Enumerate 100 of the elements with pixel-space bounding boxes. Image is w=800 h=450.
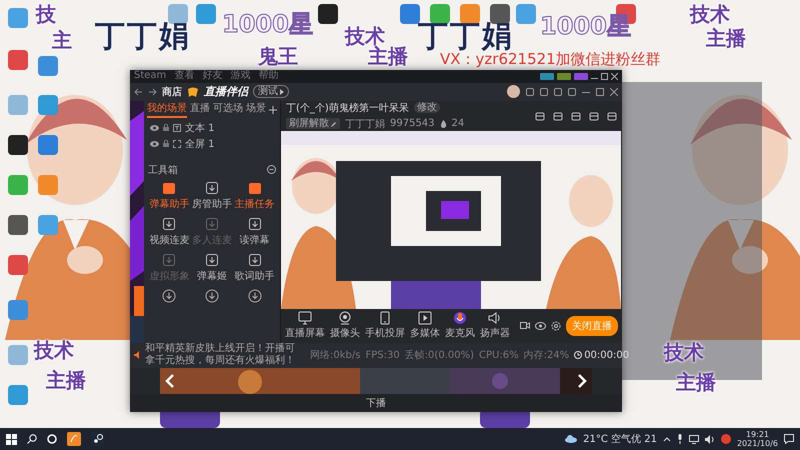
avatar[interactable] — [507, 85, 520, 98]
notice-text: 和平精英新皮肤上线开启！开播可拿千元热搜，每周还有火爆福利！ — [145, 343, 296, 368]
download-icon — [204, 216, 219, 231]
status-tag — [574, 72, 588, 80]
stat-text: 网络:0kb/s — [310, 349, 360, 362]
menu-item[interactable]: 查看 — [174, 71, 194, 82]
microphone-icon[interactable] — [676, 434, 683, 444]
plus-icon[interactable] — [269, 106, 277, 114]
circle-icon[interactable] — [47, 434, 57, 444]
scene-tab[interactable]: 可选场 — [213, 102, 243, 118]
streamer-name: 丁丁丁娟 — [345, 118, 385, 131]
desktop-icon[interactable] — [318, 4, 338, 24]
download-icon — [248, 252, 262, 267]
tool-button[interactable]: 歌词助手 — [234, 252, 275, 283]
overlay-tag: 技术 — [345, 26, 385, 46]
edit-tag[interactable]: 修改 — [414, 102, 440, 114]
network-icon[interactable] — [688, 434, 699, 444]
contact-text: VX：yzr621521加微信进粉丝群 — [440, 52, 661, 67]
collapse-icon[interactable] — [267, 165, 276, 174]
download-icon — [204, 252, 219, 267]
end-stream-link[interactable]: 下播 — [366, 396, 386, 410]
phone-icon — [378, 311, 392, 326]
desktop-icon[interactable] — [460, 4, 480, 24]
monitor-icon — [298, 311, 312, 326]
text-box-icon — [173, 124, 181, 132]
download-icon[interactable] — [204, 288, 219, 303]
tool-button[interactable]: 主播任务 — [234, 180, 275, 211]
tool-button[interactable]: 房管助手 — [192, 180, 232, 211]
clock-date[interactable]: 2021/10/6 — [736, 439, 778, 448]
toolbar-button[interactable]: 直播屏幕 — [285, 311, 325, 340]
stat-text: 内存:24% — [524, 348, 570, 362]
notification-icon[interactable] — [784, 434, 794, 444]
stream-title: 丁(个_个)萌鬼榜第一叶呆呆 — [286, 102, 409, 115]
close-icon[interactable] — [611, 72, 618, 80]
menu-item[interactable]: 游戏 — [230, 71, 250, 82]
clock-time[interactable]: 19:21 — [746, 430, 770, 439]
toolbar-button[interactable]: 多媒体 — [410, 311, 440, 340]
search-icon[interactable] — [27, 434, 37, 444]
pencil-icon — [331, 120, 337, 127]
overlay-tag: 技术 — [690, 4, 730, 24]
chevron-up-icon[interactable] — [662, 436, 671, 442]
close-icon[interactable] — [610, 88, 618, 96]
stat-text: FPS:30 — [365, 350, 400, 361]
overlay-tag: 主播 — [676, 372, 716, 392]
toolbar-button[interactable]: 手机投屏 — [365, 311, 405, 340]
app-icon[interactable] — [91, 432, 105, 446]
tool-button[interactable]: 读弹幕 — [240, 216, 270, 247]
settings-icon[interactable] — [551, 320, 561, 331]
scene-item[interactable]: 文本 1 — [185, 120, 215, 135]
microphone-icon — [453, 311, 467, 326]
overlay-text: 1000星 — [222, 12, 313, 36]
overlay-title: 丁丁娟 — [95, 22, 191, 52]
cloud-icon — [565, 435, 578, 443]
desktop-icon[interactable] — [430, 4, 450, 24]
toolbar-button[interactable]: 麦克风 — [445, 311, 475, 340]
toolbar-button[interactable]: 扬声器 — [480, 311, 510, 340]
overlay-tag: 技 — [36, 4, 56, 24]
scene-tab[interactable]: 直播 — [190, 102, 210, 118]
stat-text: 丢帧:0(0.00%) — [404, 348, 474, 362]
speaker-icon — [134, 351, 142, 360]
speaker-icon — [488, 311, 502, 326]
clock-icon — [574, 351, 582, 360]
overlay-tag: 鬼王 — [258, 46, 298, 66]
flame-icon — [440, 120, 447, 128]
status-tag — [557, 72, 571, 80]
download-icon — [248, 216, 262, 231]
scene-tab[interactable]: 场景 — [246, 102, 266, 118]
overlay-title: 丁丁娟 — [418, 22, 514, 52]
menu-item[interactable]: 好友 — [202, 71, 222, 82]
menu-item[interactable]: 帮助 — [258, 71, 278, 82]
download-icon[interactable] — [248, 288, 262, 303]
desktop-icon[interactable] — [490, 4, 510, 24]
overlay-tag: 主播 — [706, 28, 746, 48]
status-tag — [540, 72, 554, 80]
play-icon — [418, 311, 432, 326]
windows-start-icon[interactable] — [6, 434, 17, 444]
weather-text: 21°C 空气优 21 — [583, 432, 657, 446]
like-count: 24 — [452, 118, 464, 130]
overlay-tag: 主播 — [46, 370, 86, 390]
desktop-icon[interactable] — [168, 4, 188, 24]
overlay-tag: 主 — [52, 30, 72, 50]
app-logo-text: 直播伴侣 — [204, 84, 248, 100]
tool-button[interactable]: 弹幕姬 — [196, 252, 227, 283]
category-tag[interactable]: 刷屏解散 — [286, 118, 340, 130]
volume-icon[interactable] — [704, 434, 715, 444]
eye-icon[interactable] — [535, 322, 546, 330]
square-icon — [248, 180, 262, 195]
overlay-tag: 主播 — [368, 46, 408, 66]
download-icon — [204, 180, 219, 195]
stat-text: CPU:6% — [479, 350, 519, 361]
toolbar-button[interactable]: 摄像头 — [330, 311, 360, 340]
overlay-tag: 技术 — [34, 340, 74, 360]
version-badge[interactable]: 测试 — [253, 85, 289, 98]
webcam-icon — [338, 311, 352, 326]
room-id: 9975543 — [390, 118, 435, 130]
scene-item[interactable]: 全屏 1 — [185, 136, 215, 151]
menu-item[interactable]: Steam — [134, 71, 166, 82]
overlay-tag: 技术 — [664, 342, 704, 362]
fullscreen-icon — [173, 140, 181, 148]
video-icon[interactable] — [520, 321, 530, 330]
